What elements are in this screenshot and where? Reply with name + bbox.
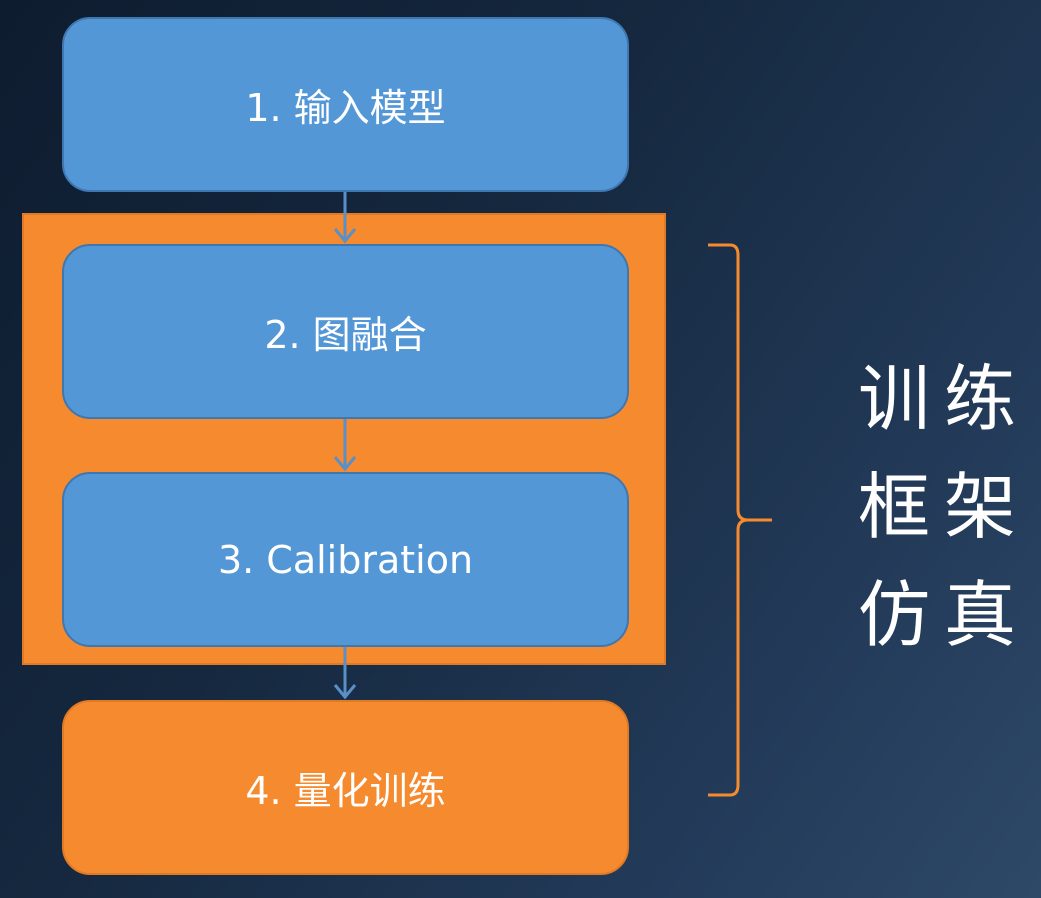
step-label: 4. 量化训练 bbox=[245, 769, 446, 813]
step-quantization-training: 4. 量化训练 bbox=[62, 700, 629, 875]
side-label-training-framework-simulation: 训练 框架 仿真 bbox=[858, 345, 1033, 669]
step-graph-fusion: 2. 图融合 bbox=[62, 244, 629, 419]
step-calibration: 3. Calibration bbox=[62, 472, 629, 647]
side-label-line: 仿真 bbox=[858, 573, 1031, 657]
step-label: 2. 图融合 bbox=[264, 313, 427, 357]
side-label-line: 框架 bbox=[858, 465, 1031, 549]
step-label: 3. Calibration bbox=[217, 537, 474, 582]
right-brace bbox=[708, 243, 772, 797]
step-input-model: 1. 输入模型 bbox=[62, 17, 629, 192]
step-label: 1. 输入模型 bbox=[245, 86, 446, 130]
side-label-line: 训练 bbox=[858, 357, 1031, 441]
